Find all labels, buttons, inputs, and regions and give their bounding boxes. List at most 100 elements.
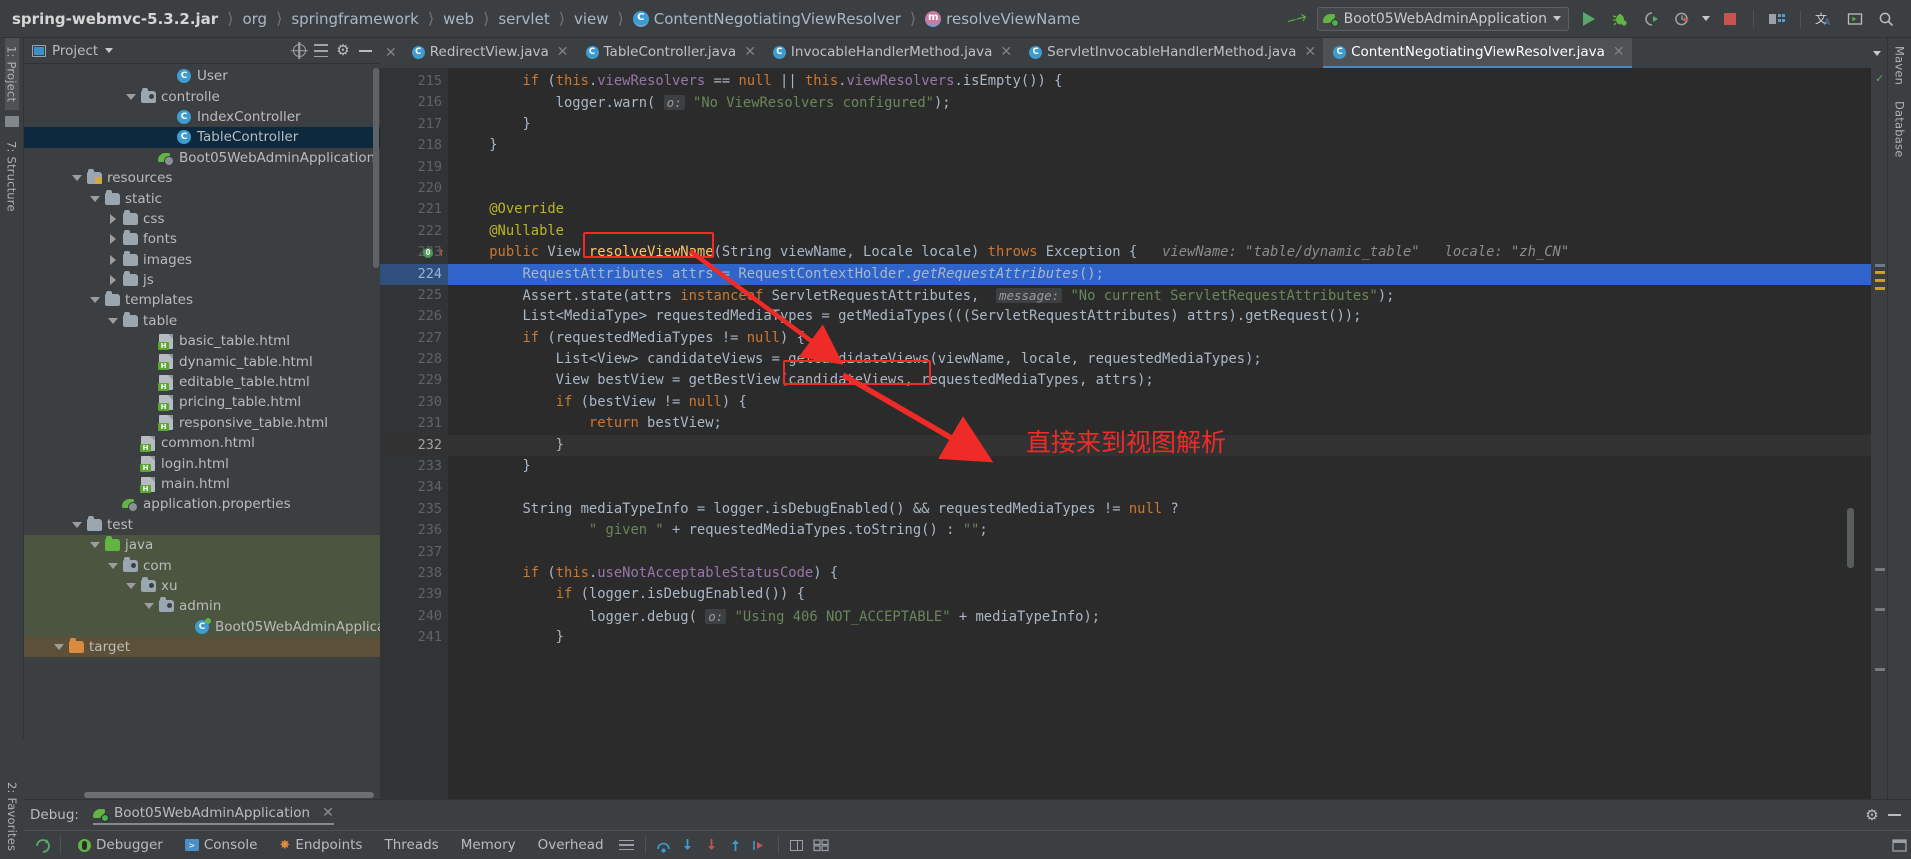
gutter-line-241[interactable]: 241 [380, 627, 460, 648]
marker-stripe[interactable] [1875, 264, 1885, 267]
code-line-229[interactable]: View bestView = getBestView(candidateVie… [448, 370, 1871, 391]
marker-stripe[interactable] [1875, 608, 1885, 611]
sidebar-item-favorites[interactable]: 2: Favorites [5, 774, 19, 859]
tree-horizontal-scrollbar[interactable] [84, 792, 374, 798]
gutter-line-223[interactable]: 223−O↑ [380, 242, 460, 263]
tree-node-main-html[interactable]: main.html [24, 474, 380, 494]
breadcrumb-item-org[interactable]: org [240, 10, 269, 28]
terminal-button[interactable] [1844, 8, 1866, 30]
hide-button[interactable] [356, 42, 374, 60]
breadcrumb-item-class[interactable]: C ContentNegotiatingViewResolver [631, 10, 903, 28]
gutter-line-221[interactable]: 221− [380, 199, 460, 220]
code-line-227[interactable]: if (requestedMediaTypes != null) { [448, 328, 1871, 349]
gutter-line-232[interactable]: 232 [380, 434, 460, 457]
tree-node-application-properties[interactable]: application.properties [24, 494, 380, 514]
code-line-230[interactable]: if (bestView != null) { [448, 392, 1871, 413]
tab-close-icon[interactable]: ✕ [380, 38, 402, 68]
code-line-241[interactable]: } [448, 627, 1871, 648]
run-button[interactable] [1578, 8, 1600, 30]
gutter-line-234[interactable]: 234 [380, 477, 448, 498]
tree-node-static[interactable]: static [24, 188, 380, 208]
editor-tab-invocablehandlermethod[interactable]: C InvocableHandlerMethod.java ✕ [763, 38, 1019, 68]
marker-stripe[interactable] [1875, 287, 1885, 290]
breadcrumb-item-jar[interactable]: spring-webmvc-5.3.2.jar [10, 10, 220, 28]
gutter-line-238[interactable]: 238− [380, 563, 460, 584]
chevron-down-icon[interactable] [105, 48, 114, 53]
project-structure-button[interactable] [1766, 8, 1788, 30]
layout-button[interactable] [615, 833, 639, 857]
tab-overhead[interactable]: Overhead [527, 831, 615, 859]
code-line-219[interactable] [448, 157, 1871, 178]
gutter-line-233[interactable]: 233 [380, 456, 460, 477]
code-line-224[interactable]: RequestAttributes attrs = RequestContext… [448, 263, 1871, 285]
gutter-line-230[interactable]: 230− [380, 392, 460, 413]
project-tree[interactable]: C User controlle C IndexController C TableCont… [24, 64, 380, 799]
code-line-215[interactable]: if (this.viewResolvers == null || this.v… [448, 71, 1871, 92]
tree-node-table[interactable]: table [24, 311, 380, 331]
tree-node-test[interactable]: test [24, 515, 380, 535]
tree-node-boot05webadminapplicationte[interactable]: CBoot05WebAdminApplicationTe [24, 616, 380, 637]
step-out-button[interactable] [724, 833, 748, 857]
inspection-check-icon[interactable]: ✓ [1875, 73, 1884, 84]
tree-node-css[interactable]: css [24, 209, 380, 229]
tree-node-login-html[interactable]: login.html [24, 453, 380, 473]
sidebar-item-project[interactable]: 1: Project [4, 38, 19, 111]
code-line-221[interactable]: @Override [448, 199, 1871, 220]
tab-close-icon[interactable]: ✕ [744, 44, 756, 60]
twisty-open-icon[interactable] [86, 297, 103, 303]
gutter-line-217[interactable]: 217 [380, 114, 460, 135]
tree-node-fonts[interactable]: fonts [24, 229, 380, 249]
editor-tab-redirectview[interactable]: C RedirectView.java ✕ [402, 38, 576, 68]
twisty-closed-icon[interactable] [104, 234, 121, 244]
marker-stripe[interactable] [1875, 271, 1885, 274]
stop-button[interactable] [1719, 8, 1741, 30]
gutter-line-228[interactable]: 228 [380, 349, 448, 370]
twisty-open-icon[interactable] [68, 522, 85, 528]
twisty-open-icon[interactable] [122, 94, 139, 100]
tree-node-target[interactable]: target [24, 636, 380, 658]
tab-debugger[interactable]: Debugger [67, 831, 174, 859]
breadcrumb-item-springframework[interactable]: springframework [289, 10, 420, 28]
twisty-open-icon[interactable] [140, 603, 157, 609]
tab-close-icon[interactable]: ✕ [557, 44, 569, 60]
tree-node-common-html[interactable]: common.html [24, 433, 380, 453]
twisty-closed-icon[interactable] [104, 214, 121, 224]
gutter-line-215[interactable]: 215− [380, 71, 460, 92]
code-line-217[interactable]: } [448, 114, 1871, 135]
project-rail-icon[interactable] [4, 116, 19, 128]
tab-close-icon[interactable]: ✕ [1304, 44, 1316, 60]
gutter-line-219[interactable]: 219 [380, 157, 448, 178]
search-everywhere-button[interactable] [1875, 8, 1897, 30]
code-line-218[interactable]: } [448, 135, 1871, 156]
tab-close-icon[interactable]: ✕ [1000, 44, 1012, 60]
collapse-all-button[interactable] [312, 42, 330, 60]
tab-endpoints[interactable]: ✸ Endpoints [268, 831, 373, 859]
code-line-235[interactable]: String mediaTypeInfo = logger.isDebugEna… [448, 499, 1871, 520]
code-line-226[interactable]: List<MediaType> requestedMediaTypes = ge… [448, 306, 1871, 327]
breadcrumb-item-method[interactable]: m resolveViewName [923, 10, 1082, 28]
evaluate-button[interactable] [785, 833, 809, 857]
settings-button[interactable]: ⚙ [334, 42, 352, 60]
tab-threads[interactable]: Threads [373, 831, 449, 859]
tree-node-admin[interactable]: admin [24, 596, 380, 617]
profiler-button[interactable] [1671, 8, 1693, 30]
code-line-239[interactable]: if (logger.isDebugEnabled()) { [448, 584, 1871, 605]
tree-node-dynamic-table-html[interactable]: dynamic_table.html [24, 351, 380, 371]
frames-button[interactable] [809, 833, 833, 857]
tab-console[interactable]: > Console [174, 831, 269, 859]
step-over-button[interactable] [652, 833, 676, 857]
breadcrumb-item-web[interactable]: web [441, 10, 476, 28]
tree-node-responsive-table-html[interactable]: responsive_table.html [24, 413, 380, 433]
debug-session-tab[interactable]: Boot05WebAdminApplication ✕ [92, 805, 334, 825]
gutter-line-240[interactable]: 240 [380, 606, 448, 627]
tree-node-images[interactable]: images [24, 250, 380, 270]
sidebar-item-database[interactable]: Database [1893, 93, 1907, 165]
editor-tab-contentnegotiatingviewresolver[interactable]: C ContentNegotiatingViewResolver.java ✕ [1323, 38, 1632, 68]
tree-node-controlle[interactable]: controlle [24, 86, 380, 106]
hide-button[interactable] [1885, 806, 1903, 824]
code-line-225[interactable]: Assert.state(attrs instanceof ServletReq… [448, 285, 1871, 306]
marker-stripe[interactable] [1875, 568, 1885, 571]
twisty-open-icon[interactable] [50, 644, 67, 650]
editor-tab-servletinvocablehandlermethod[interactable]: C ServletInvocableHandlerMethod.java ✕ [1019, 38, 1323, 68]
gutter-line-229[interactable]: 229 [380, 370, 448, 391]
